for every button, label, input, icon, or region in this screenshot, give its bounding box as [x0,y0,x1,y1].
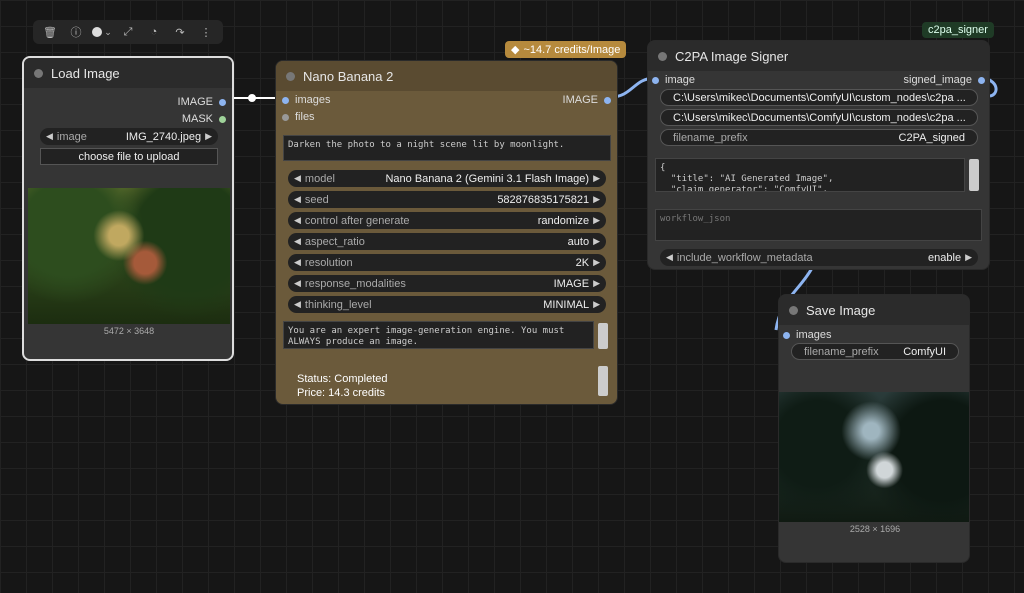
link-midpoint [248,94,256,102]
port-icon[interactable] [978,76,985,84]
arrow-left-icon[interactable]: ◀ [294,257,301,268]
port-icon[interactable] [219,98,226,106]
status-text: Status: Completed [297,373,388,385]
arrow-left-icon[interactable]: ◀ [294,215,301,226]
port-icon[interactable] [219,115,226,123]
arrow-right-icon[interactable]: ▶ [593,215,600,226]
upload-button[interactable]: choose file to upload [40,148,218,165]
image-dimensions: 2528 × 1696 [849,524,901,534]
widget-resolution[interactable]: ◀ resolution 2K ▶ [288,254,606,271]
arrow-right-icon[interactable]: ▶ [593,173,600,184]
arrow-left-icon[interactable]: ◀ [46,131,53,142]
fit-icon[interactable]: ⤢ [117,23,139,41]
widget-response-modalities[interactable]: ◀ response_modalities IMAGE ▶ [288,275,606,292]
arrow-right-icon[interactable]: ▶ [965,252,972,263]
arrow-left-icon[interactable]: ◀ [294,278,301,289]
key-path-field[interactable]: C:\Users\mikec\Documents\ComfyUI\custom_… [660,109,978,126]
workflow-json-textarea[interactable]: workflow_json [655,209,982,241]
port-icon[interactable] [282,96,289,104]
arrow-right-icon[interactable]: ▶ [593,236,600,247]
port-icon[interactable] [604,96,611,104]
filename-prefix-field[interactable]: filename_prefix C2PA_signed [660,129,978,146]
c2pa-title[interactable]: C2PA Image Signer [648,41,989,71]
output-signed-image[interactable]: signed_image [904,74,985,86]
input-images[interactable]: images [783,329,831,341]
nano-banana-title[interactable]: Nano Banana 2 [276,61,617,91]
save-image-title[interactable]: Save Image [779,295,969,325]
save-image-node[interactable]: Save Image images filename_prefix ComfyU… [778,294,970,563]
image-dimensions: 5472 × 3648 [103,326,155,336]
arrow-left-icon[interactable]: ◀ [294,173,301,184]
system-prompt-textarea[interactable]: You are an expert image-generation engin… [283,321,594,349]
load-image-node[interactable]: Load Image IMAGE MASK ◀ image IMG_2740.j… [22,56,234,361]
cert-path-field[interactable]: C:\Users\mikec\Documents\ComfyUI\custom_… [660,89,978,106]
preview-image [28,188,230,324]
c2pa-signer-node[interactable]: C2PA Image Signer image signed_image C:\… [647,40,990,270]
widget-thinking-level[interactable]: ◀ thinking_level MINIMAL ▶ [288,296,606,313]
port-icon[interactable] [282,113,289,121]
pie-icon[interactable]: ◔ [143,23,165,41]
arrow-right-icon[interactable]: ▶ [593,299,600,310]
load-image-title[interactable]: Load Image [24,58,232,88]
output-preview-image [779,392,969,522]
include-workflow-toggle[interactable]: ◀ include_workflow_metadata enable ▶ [660,249,978,266]
info-icon[interactable]: ⓘ [65,23,87,41]
credits-badge: ◆ ~14.7 credits/Image [505,41,627,58]
prompt-textarea[interactable]: Darken the photo to a night scene lit by… [283,135,611,161]
collapse-dot-icon[interactable] [789,305,798,315]
nano-banana-node[interactable]: Nano Banana 2 images files IMAGE Darken … [275,60,618,405]
node-toolbar: 🗑 ⓘ ⌄ ⤢ ◔ ↷ ⋮ [33,20,223,44]
port-icon[interactable] [783,331,790,339]
collapse-dot-icon[interactable] [34,68,43,78]
diamond-icon: ◆ [511,44,520,56]
arrow-right-icon[interactable]: ▶ [593,194,600,205]
output-image[interactable]: IMAGE [563,94,611,106]
input-image[interactable]: image [652,74,695,86]
arrow-left-icon[interactable]: ◀ [294,236,301,247]
arrow-left-icon[interactable]: ◀ [666,252,673,263]
redo-icon[interactable]: ↷ [169,23,191,41]
scrollbar[interactable] [598,323,608,349]
color-dot-icon[interactable]: ⌄ [91,23,113,41]
arrow-left-icon[interactable]: ◀ [294,299,301,310]
arrow-left-icon[interactable]: ◀ [294,194,301,205]
input-files[interactable]: files [282,111,315,123]
output-image[interactable]: IMAGE [178,96,226,108]
widget-control-after-generate[interactable]: ◀ control after generate randomize ▶ [288,212,606,229]
more-icon[interactable]: ⋮ [195,23,217,41]
collapse-dot-icon[interactable] [658,51,667,61]
collapse-dot-icon[interactable] [286,71,295,81]
input-images[interactable]: images [282,94,330,106]
widget-aspect-ratio[interactable]: ◀ aspect_ratio auto ▶ [288,233,606,250]
arrow-right-icon[interactable]: ▶ [593,257,600,268]
scrollbar[interactable] [598,366,608,396]
filename-prefix-field[interactable]: filename_prefix ComfyUI [791,343,959,360]
trash-icon[interactable]: 🗑 [39,23,61,41]
arrow-right-icon[interactable]: ▶ [205,131,212,142]
metadata-json-textarea[interactable]: { "title": "AI Generated Image", "claim_… [655,158,965,192]
scrollbar[interactable] [969,159,979,191]
price-text: Price: 14.3 credits [297,387,386,399]
arrow-right-icon[interactable]: ▶ [593,278,600,289]
port-icon[interactable] [652,76,659,84]
c2pa-tag: c2pa_signer [922,22,994,38]
widget-seed[interactable]: ◀ seed 582876835175821 ▶ [288,191,606,208]
widget-model[interactable]: ◀ model Nano Banana 2 (Gemini 3.1 Flash Im… [288,170,606,187]
image-combo[interactable]: ◀ image IMG_2740.jpeg ▶ [40,128,218,145]
output-mask[interactable]: MASK [182,113,226,125]
